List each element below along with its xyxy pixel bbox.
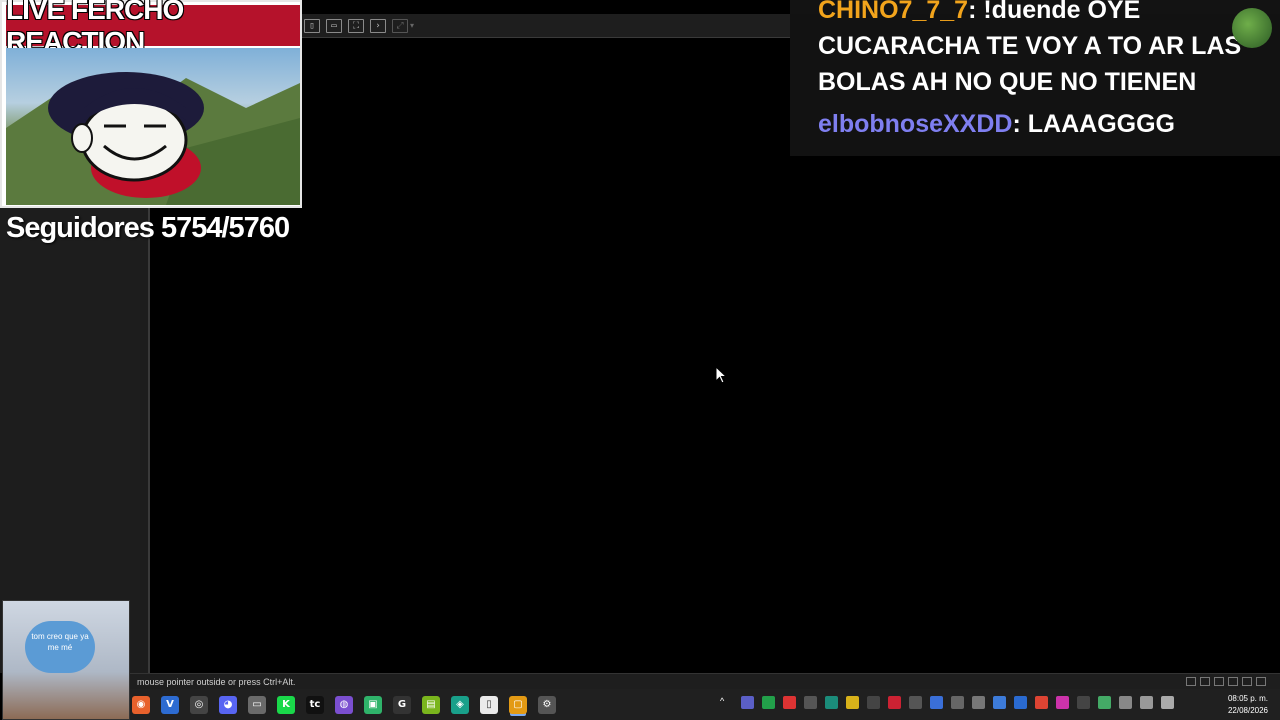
tray-app-icon[interactable] — [972, 696, 985, 709]
chat-username: elbobnoseXXDD — [818, 110, 1013, 138]
system-tray: ^ — [720, 696, 1174, 709]
tray-app-icon[interactable] — [846, 696, 859, 709]
messenger-icon[interactable]: ◍ — [335, 695, 353, 714]
mouse-cursor-icon — [715, 366, 727, 384]
clock-date: 22/08/2026 — [1227, 706, 1268, 715]
kick-icon[interactable]: K — [277, 695, 295, 714]
document-icon[interactable]: ▯ — [480, 695, 498, 714]
live-overlay-card: LIVE FERCHO REACTION — [0, 0, 302, 208]
recording-icon[interactable] — [1256, 677, 1266, 686]
visual-studio-icon[interactable]: V — [161, 695, 179, 714]
tray-app-icon[interactable] — [909, 696, 922, 709]
speech-bubble: tom creo que ya me mé — [25, 621, 95, 673]
discord-tray-icon[interactable] — [804, 696, 817, 709]
tray-app-icon[interactable] — [867, 696, 880, 709]
obs-icon[interactable]: ◎ — [190, 695, 208, 714]
tray-app-icon[interactable] — [783, 696, 796, 709]
microphone-icon[interactable] — [1119, 696, 1132, 709]
terminal-icon[interactable]: › — [370, 18, 386, 33]
display-icon[interactable] — [1242, 677, 1252, 686]
vm-status-bar: mouse pointer outside or press Ctrl+Alt. — [130, 673, 1280, 689]
bluetooth-icon[interactable] — [1014, 696, 1027, 709]
discord-icon[interactable]: ◕ — [219, 695, 237, 714]
scale-icon[interactable]: ⤢ — [392, 18, 408, 33]
followers-counter: Seguidores 5754/5760 — [6, 212, 290, 244]
shared-folder-icon[interactable] — [1228, 677, 1238, 686]
tray-app-icon[interactable] — [1077, 696, 1090, 709]
notes-icon[interactable]: ▤ — [422, 695, 440, 714]
taskbar: ◉ V ◎ ◕ ▭ Ktc ◍ ▣ G ▤ ◈ ▯ ▢ ⚙ ^ 08:05 p. m. 22/08/202… — [130, 689, 1280, 720]
streamer-avatar — [1232, 8, 1272, 48]
tray-app-icon[interactable] — [888, 696, 901, 709]
tray-app-icon[interactable] — [951, 696, 964, 709]
window-mode-icon[interactable]: ▯ — [304, 18, 320, 33]
tray-app-icon[interactable] — [930, 696, 943, 709]
chrome-icon[interactable]: G — [393, 695, 411, 714]
tray-app-icon[interactable] — [1098, 696, 1111, 709]
chevron-up-icon[interactable]: ^ — [720, 696, 733, 709]
tray-app-icon[interactable] — [762, 696, 775, 709]
status-icons — [1186, 677, 1266, 686]
tc-all-icon[interactable]: tc — [306, 695, 324, 714]
tray-app-icon[interactable] — [741, 696, 754, 709]
chat-message: CHINO7_7_7: !duende OYE CUCARACHA TE VOY… — [818, 0, 1258, 100]
chevron-down-icon[interactable]: ▾ — [410, 21, 414, 30]
disk-icon[interactable] — [1186, 677, 1196, 686]
file-explorer-icon[interactable]: ▭ — [248, 695, 266, 714]
chat-overlay: CHINO7_7_7: !duende OYE CUCARACHA TE VOY… — [790, 0, 1280, 156]
minimize-bar-icon[interactable]: ▭ — [326, 18, 342, 33]
cartoon-character-icon — [6, 72, 300, 205]
app-teal-icon[interactable]: ◈ — [451, 695, 469, 714]
app-green-icon[interactable]: ▣ — [364, 695, 382, 714]
vm-toolbar: ▯ ▭ ⛶ › ⤢ ▾ — [300, 14, 790, 38]
chat-message-text: : LAAAGGGG — [1012, 110, 1175, 138]
firefox-icon[interactable]: ◉ — [132, 695, 150, 714]
chat-message: elbobnoseXXDD: LAAAGGGG — [818, 106, 1258, 142]
chat-username: CHINO7_7_7 — [818, 0, 969, 24]
tray-app-icon[interactable] — [993, 696, 1006, 709]
cartoon-character-image — [6, 48, 300, 205]
fullscreen-icon[interactable]: ⛶ — [348, 18, 364, 33]
webcam-overlay: tom creo que ya me mé — [2, 600, 130, 720]
network-icon[interactable] — [1200, 677, 1210, 686]
live-title: LIVE FERCHO REACTION — [6, 0, 300, 57]
network-icon[interactable] — [1140, 696, 1153, 709]
taskbar-clock[interactable]: 08:05 p. m. 22/08/2026 — [1228, 693, 1268, 717]
tray-app-icon[interactable] — [825, 696, 838, 709]
volume-icon[interactable] — [1161, 696, 1174, 709]
clock-time: 08:05 p. m. — [1227, 694, 1268, 703]
taskbar-apps: ◉ V ◎ ◕ ▭ Ktc ◍ ▣ G ▤ ◈ ▯ ▢ ⚙ — [132, 695, 556, 714]
settings-icon[interactable]: ⚙ — [538, 695, 556, 714]
tray-app-icon[interactable] — [1056, 696, 1069, 709]
tray-app-icon[interactable] — [1035, 696, 1048, 709]
usb-icon[interactable] — [1214, 677, 1224, 686]
status-text: mouse pointer outside or press Ctrl+Alt. — [137, 677, 296, 687]
virtualbox-icon[interactable]: ▢ — [509, 695, 527, 714]
